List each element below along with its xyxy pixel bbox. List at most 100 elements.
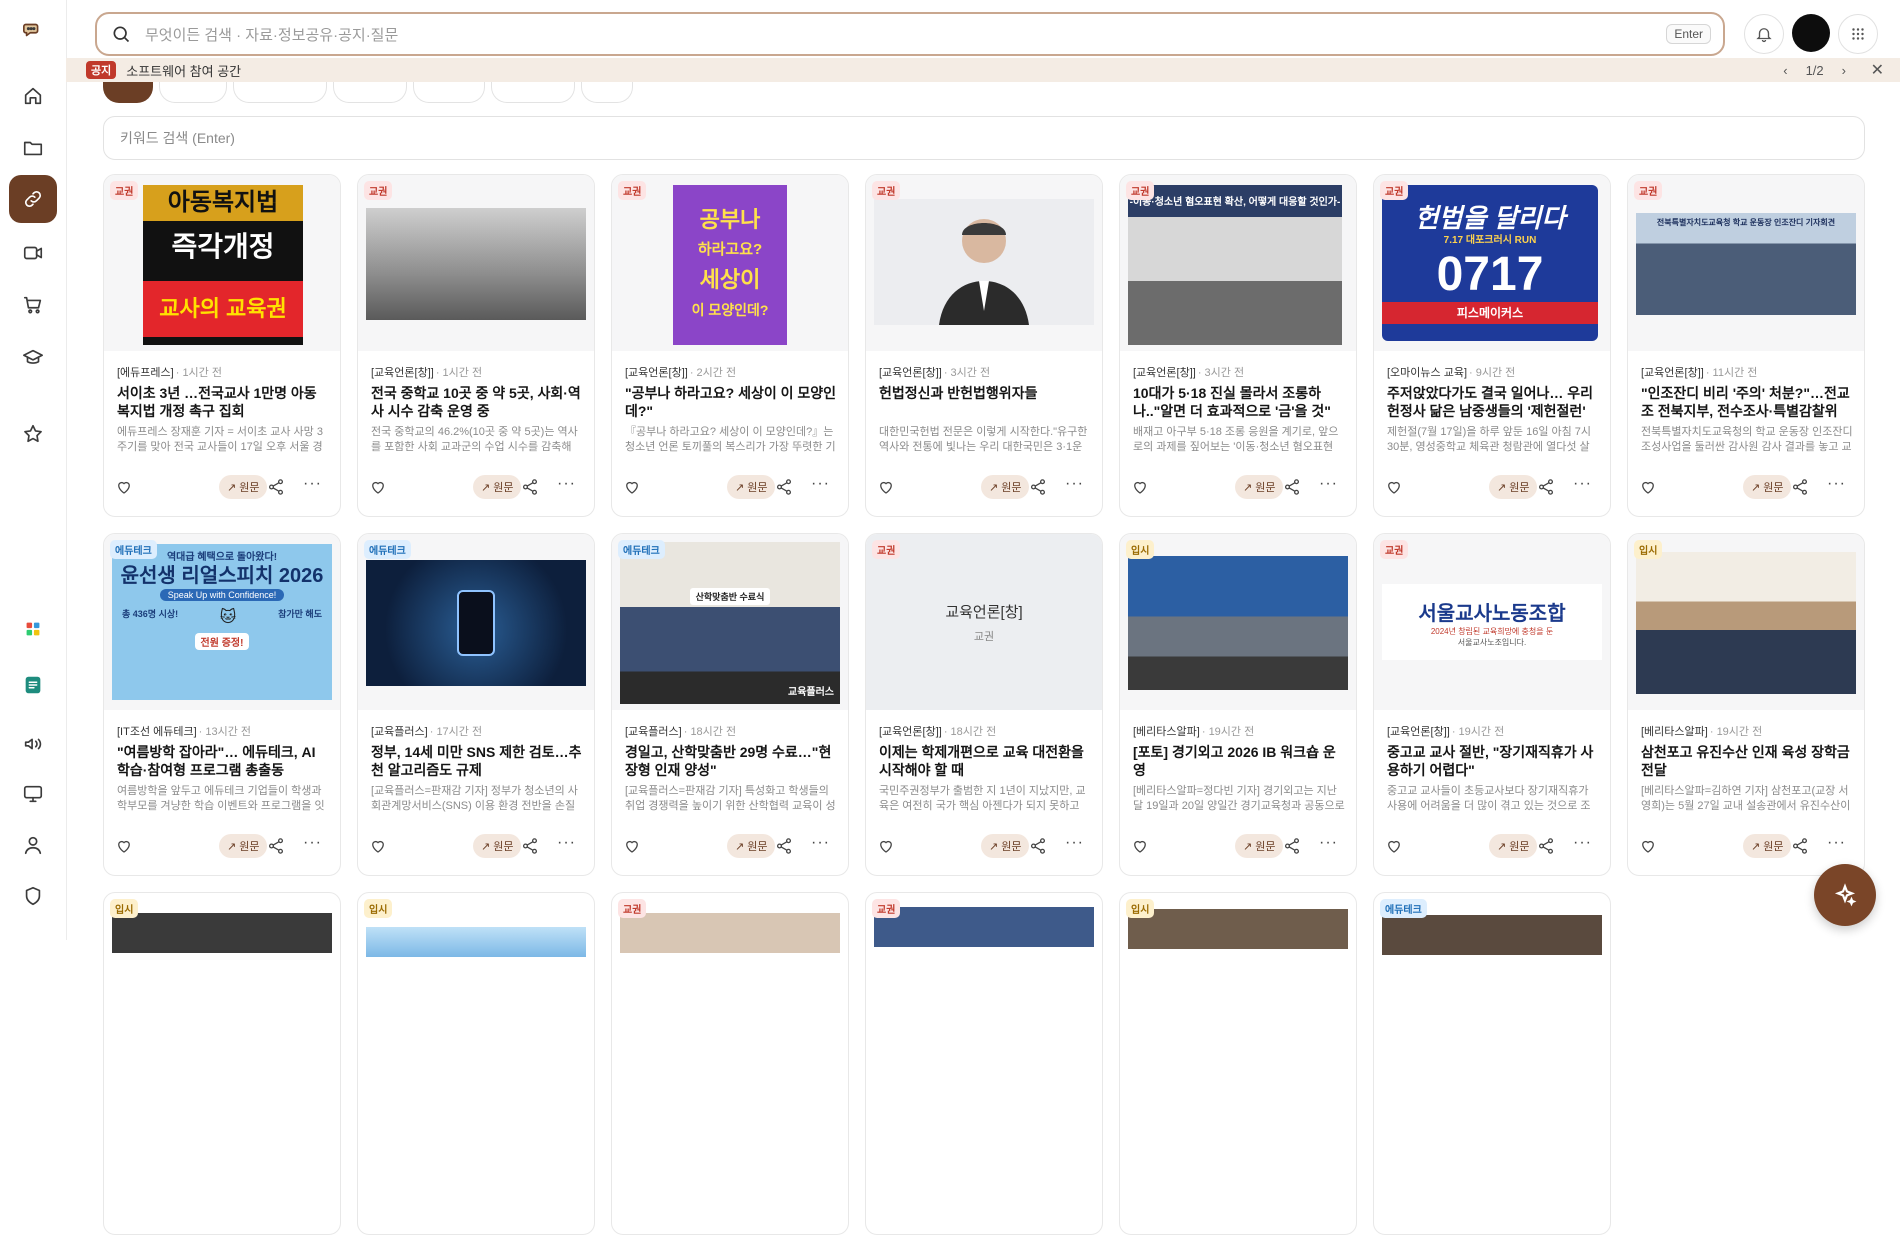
card-title[interactable]: 서이초 3년 …전국교사 1만명 아동복지법 개정 촉구 집회: [117, 384, 329, 420]
more-options-icon[interactable]: ···: [303, 834, 322, 852]
more-options-icon[interactable]: ···: [1573, 475, 1592, 493]
more-options-icon[interactable]: ···: [811, 834, 830, 852]
original-link-button[interactable]: ↗ 원문: [727, 834, 776, 858]
app-logo[interactable]: [9, 6, 57, 54]
like-button[interactable]: [877, 837, 895, 860]
card-title[interactable]: 정부, 14세 미만 SNS 제한 검토…추천 알고리즘도 규제: [371, 743, 583, 779]
card-title[interactable]: "여름방학 잡아라"… 에듀테크, AI 학습·참여형 프로그램 총출동: [117, 743, 329, 779]
sidebar-item-shop[interactable]: [9, 281, 57, 329]
like-button[interactable]: [369, 837, 387, 860]
news-card[interactable]: 에듀테크 [교육플러스] · 17시간 전 정부, 14세 미만 SNS 제한 검…: [357, 533, 595, 876]
global-search-bar[interactable]: 무엇이든 검색 · 자료·정보공유·공지·질문 Enter: [95, 12, 1725, 56]
notice-prev-icon[interactable]: ‹: [1783, 63, 1787, 78]
more-options-icon[interactable]: ···: [1065, 475, 1084, 493]
filter-chip[interactable]: [581, 82, 633, 103]
like-button[interactable]: [623, 837, 641, 860]
more-options-icon[interactable]: ···: [557, 475, 576, 493]
more-options-icon[interactable]: ···: [557, 834, 576, 852]
share-button[interactable]: [1537, 478, 1555, 501]
filter-chip[interactable]: [233, 82, 327, 103]
news-card[interactable]: -이동·청소년 혐오표현 확산, 어떻게 대응할 것인가- 교권 [교육언론[창…: [1119, 174, 1357, 517]
news-card[interactable]: 에듀테크: [1373, 892, 1611, 1235]
sidebar-item-video[interactable]: [9, 229, 57, 277]
notifications-button[interactable]: [1744, 14, 1784, 54]
original-link-button[interactable]: ↗ 원문: [981, 834, 1030, 858]
sidebar-item-education[interactable]: [9, 334, 57, 382]
more-options-icon[interactable]: ···: [1319, 834, 1338, 852]
original-link-button[interactable]: ↗ 원문: [1743, 834, 1792, 858]
news-card[interactable]: 입시: [357, 892, 595, 1235]
more-options-icon[interactable]: ···: [303, 475, 322, 493]
more-options-icon[interactable]: ···: [1827, 475, 1846, 493]
news-card[interactable]: 교권: [865, 892, 1103, 1235]
sidebar-item-screen[interactable]: [9, 770, 57, 818]
original-link-button[interactable]: ↗ 원문: [981, 475, 1030, 499]
sidebar-item-favorites[interactable]: [9, 410, 57, 458]
original-link-button[interactable]: ↗ 원문: [1743, 475, 1792, 499]
filter-chip[interactable]: [159, 82, 227, 103]
news-card[interactable]: 서울교사노동조합 2024년 창립된 교육희망에 충청을 둔 서울교사노조입니다…: [1373, 533, 1611, 876]
like-button[interactable]: [369, 478, 387, 501]
share-button[interactable]: [1029, 837, 1047, 860]
original-link-button[interactable]: ↗ 원문: [1489, 475, 1538, 499]
ai-assistant-button[interactable]: [1814, 864, 1876, 926]
sidebar-item-folder[interactable]: [9, 124, 57, 172]
like-button[interactable]: [115, 478, 133, 501]
sidebar-item-audio[interactable]: [9, 720, 57, 768]
notice-close-icon[interactable]: ✕: [1871, 60, 1884, 80]
filter-chip-active[interactable]: [103, 82, 153, 103]
card-title[interactable]: 헌법정신과 반헌법행위자들: [879, 384, 1091, 402]
keyword-search-input[interactable]: 키워드 검색 (Enter): [103, 116, 1865, 160]
news-card[interactable]: 전북특별자치도교육청 학교 운동장 인조잔디 기자회견 교권 [교육언론[창]]…: [1627, 174, 1865, 517]
share-button[interactable]: [775, 478, 793, 501]
original-link-button[interactable]: ↗ 원문: [473, 834, 522, 858]
card-title[interactable]: "공부나 하라고요? 세상이 이 모양인데?": [625, 384, 837, 420]
news-card[interactable]: 교권 [교육언론[창]] · 1시간 전 전국 중학교 10곳 중 약 5곳, 사…: [357, 174, 595, 517]
card-title[interactable]: 전국 중학교 10곳 중 약 5곳, 사회·역사 시수 감축 운영 중: [371, 384, 583, 420]
like-button[interactable]: [623, 478, 641, 501]
news-card[interactable]: 입시 [베리타스알파] · 19시간 전 삼천포고 유진수산 인재 육성 장학금 …: [1627, 533, 1865, 876]
like-button[interactable]: [1131, 837, 1149, 860]
card-title[interactable]: 10대가 5·18 진실 몰라서 조롱하나.."알면 더 효과적으로 '금'을 …: [1133, 384, 1345, 420]
news-card[interactable]: 공부나 하라고요? 세상이 이 모양인데? 교권 [교육언론[창]] · 2시간 …: [611, 174, 849, 517]
news-card[interactable]: 아동복지법 즉각개정 교사의 교육권 교권 [에듀프레스] · 1시간 전 서이초…: [103, 174, 341, 517]
news-card[interactable]: 산학맞춤반 수료식 교육플러스 에듀테크 [교육플러스] · 18시간 전 경일고…: [611, 533, 849, 876]
more-options-icon[interactable]: ···: [811, 475, 830, 493]
news-card[interactable]: 입시 [베리타스알파] · 19시간 전 [포토] 경기외고 2026 IB 워크…: [1119, 533, 1357, 876]
news-card[interactable]: 역대급 혜택으로 돌아왔다! 윤선생 리얼스피치 2026 Speak Up w…: [103, 533, 341, 876]
news-card[interactable]: 헌법을 달리다 7.17 대포크러시 RUN 0717 피스메이커스 교권 [오…: [1373, 174, 1611, 517]
notice-next-icon[interactable]: ›: [1842, 63, 1846, 78]
like-button[interactable]: [115, 837, 133, 860]
original-link-button[interactable]: ↗ 원문: [727, 475, 776, 499]
notice-text[interactable]: 소프트웨어 참여 공간: [126, 61, 241, 80]
sidebar-item-profile[interactable]: [9, 821, 57, 869]
share-button[interactable]: [1537, 837, 1555, 860]
more-options-icon[interactable]: ···: [1065, 834, 1084, 852]
like-button[interactable]: [1639, 478, 1657, 501]
share-button[interactable]: [1029, 478, 1047, 501]
like-button[interactable]: [1385, 837, 1403, 860]
like-button[interactable]: [1131, 478, 1149, 501]
card-title[interactable]: "인조잔디 비리 '주의' 처분?"…전교조 전북지부, 전수조사·특별감찰위 …: [1641, 384, 1853, 420]
news-card[interactable]: 입시: [103, 892, 341, 1235]
share-button[interactable]: [267, 478, 285, 501]
share-button[interactable]: [521, 478, 539, 501]
like-button[interactable]: [1639, 837, 1657, 860]
share-button[interactable]: [1791, 837, 1809, 860]
card-title[interactable]: 중고교 교사 절반, "장기재직휴가 사용하기 어렵다": [1387, 743, 1599, 779]
original-link-button[interactable]: ↗ 원문: [1235, 834, 1284, 858]
share-button[interactable]: [775, 837, 793, 860]
original-link-button[interactable]: ↗ 원문: [219, 475, 268, 499]
sidebar-item-security[interactable]: [9, 872, 57, 920]
news-card[interactable]: 교권 [교육언론[창]] · 3시간 전 헌법정신과 반헌법행위자들 대한민국헌법…: [865, 174, 1103, 517]
original-link-button[interactable]: ↗ 원문: [473, 475, 522, 499]
card-title[interactable]: 이제는 학제개편으로 교육 대전환을 시작해야 할 때: [879, 743, 1091, 779]
share-button[interactable]: [521, 837, 539, 860]
card-title[interactable]: 경일고, 산학맞춤반 29명 수료…"현장형 인재 양성": [625, 743, 837, 779]
news-card[interactable]: 교권: [611, 892, 849, 1235]
avatar[interactable]: [1792, 14, 1830, 52]
sidebar-item-apps[interactable]: [9, 605, 57, 653]
share-button[interactable]: [1283, 837, 1301, 860]
more-options-icon[interactable]: ···: [1573, 834, 1592, 852]
news-card[interactable]: 입시: [1119, 892, 1357, 1235]
